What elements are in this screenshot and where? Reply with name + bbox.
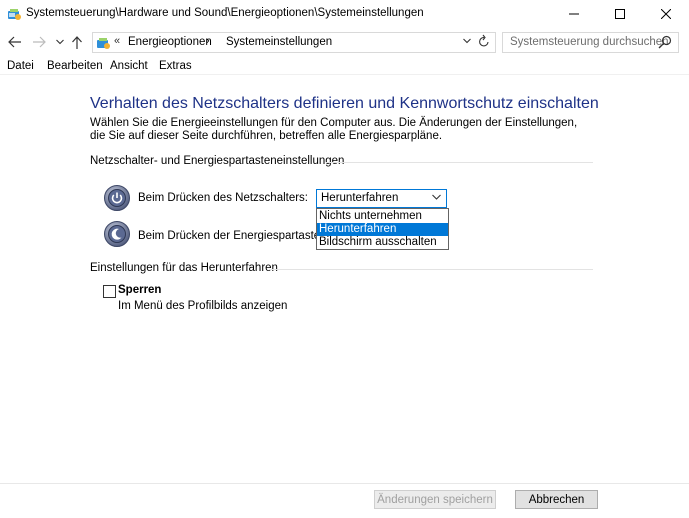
title-bar: Systemsteuerung\Hardware und Sound\Energ… [0,0,689,28]
sleep-button-label: Beim Drücken der Energiespartaste: [138,230,324,242]
section-heading-power: Netzschalter- und Energiespartasteneinst… [90,155,345,167]
save-changes-button[interactable]: Änderungen speichern [374,490,496,509]
forward-button[interactable] [31,33,47,51]
lock-checkbox[interactable] [103,285,116,298]
address-bar[interactable]: « Energieoptionen › Systemeinstellungen [92,32,496,53]
menu-ansicht[interactable]: Ansicht [110,60,148,72]
refresh-icon [479,34,489,47]
minimize-button[interactable] [551,0,597,28]
cancel-button[interactable]: Abbrechen [515,490,598,509]
search-placeholder: Systemsteuerung durchsuchen [510,36,669,48]
close-icon [661,9,671,19]
minimize-icon [569,13,579,15]
menu-bar: Datei Bearbeiten Ansicht Extras [0,58,689,75]
breadcrumb-energieoptionen[interactable]: Energieoptionen [128,36,212,48]
dropdown-option-nichts-unternehmen[interactable]: Nichts unternehmen [317,210,448,223]
section-divider [326,162,593,163]
menu-datei[interactable]: Datei [7,60,34,72]
page-title: Verhalten des Netzschalters definieren u… [90,95,599,112]
footer-bar: Änderungen speichern Abbrechen [0,483,689,518]
dropdown-option-herunterfahren[interactable]: Herunterfahren [317,223,448,236]
lock-checkbox-description: Im Menü des Profilbilds anzeigen [118,300,288,312]
power-button-icon [104,185,130,211]
section-heading-shutdown: Einstellungen für das Herunterfahren [90,262,278,274]
address-dropdown-button[interactable] [463,36,471,47]
up-button[interactable] [70,33,84,51]
control-panel-icon [8,9,21,20]
breadcrumb-overflow[interactable]: « [114,35,120,47]
chevron-down-icon [432,192,441,203]
power-button-action-select[interactable]: Herunterfahren [316,189,447,208]
power-button-action-value: Herunterfahren [321,192,399,204]
power-button-action-dropdown: Nichts unternehmen Herunterfahren Bildsc… [316,208,449,250]
close-button[interactable] [643,0,689,28]
page-description: Wählen Sie die Energieeinstellungen für … [90,117,578,142]
back-button[interactable] [7,33,23,51]
window-title: Systemsteuerung\Hardware und Sound\Energ… [26,7,424,19]
lock-checkbox-label[interactable]: Sperren [118,284,161,296]
sleep-button-icon [104,221,130,247]
search-input[interactable]: Systemsteuerung durchsuchen [502,32,679,53]
arrow-left-icon [8,36,21,48]
control-panel-icon [97,38,110,49]
arrow-right-icon [33,36,46,48]
navigation-bar: « Energieoptionen › Systemeinstellungen … [0,29,689,55]
search-icon[interactable] [658,35,672,49]
breadcrumb-separator[interactable]: › [206,35,210,47]
menu-bearbeiten[interactable]: Bearbeiten [47,60,103,72]
dropdown-option-bildschirm-ausschalten[interactable]: Bildschirm ausschalten [317,236,448,249]
maximize-button[interactable] [597,0,643,28]
main-content: Verhalten des Netzschalters definieren u… [0,75,689,483]
refresh-button[interactable] [478,34,490,51]
menu-extras[interactable]: Extras [159,60,192,72]
section-divider [269,269,593,270]
breadcrumb-systemeinstellungen[interactable]: Systemeinstellungen [226,36,332,48]
arrow-up-icon [72,35,82,49]
chevron-down-icon [463,38,471,44]
maximize-icon [615,9,625,19]
recent-locations-button[interactable] [54,33,66,51]
chevron-down-icon [56,39,64,45]
power-button-label: Beim Drücken des Netzschalters: [138,192,309,204]
